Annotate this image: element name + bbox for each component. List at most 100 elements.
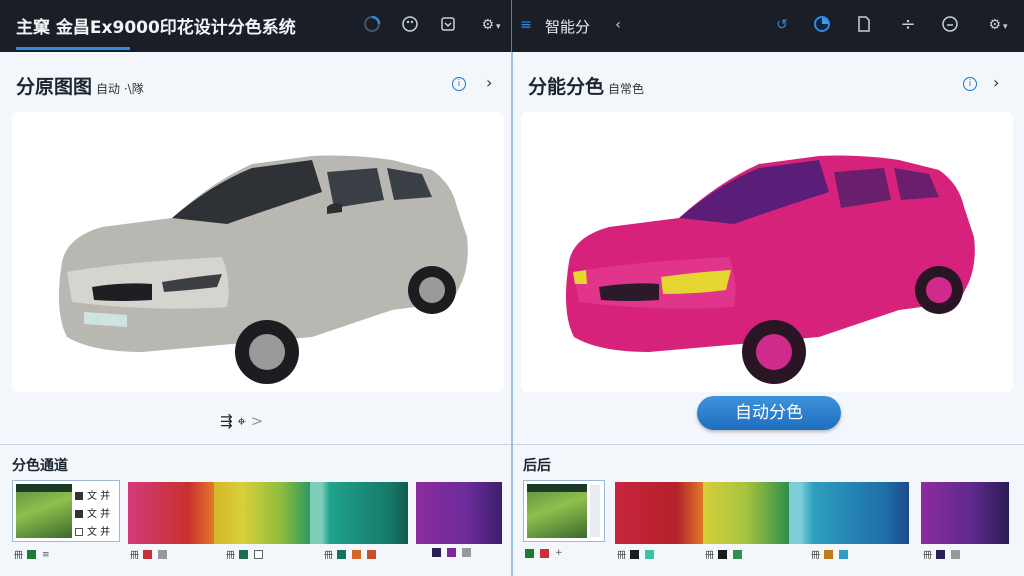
palette-icon[interactable] bbox=[399, 14, 421, 36]
color-strip-purple[interactable] bbox=[416, 482, 502, 544]
swatch[interactable] bbox=[733, 550, 743, 559]
back-chevron-icon[interactable]: ‹ bbox=[607, 14, 629, 36]
right-panel-heading: 智能分 bbox=[545, 18, 591, 36]
swatch-label: 冊 bbox=[811, 551, 821, 561]
auto-separate-button[interactable]: 自动分色 bbox=[697, 396, 841, 430]
swatch[interactable] bbox=[525, 548, 534, 558]
swatch-label: 冊 bbox=[617, 551, 627, 561]
settings-gear-icon[interactable]: ⚙ ▾ bbox=[473, 14, 509, 36]
original-car-image bbox=[58, 155, 468, 384]
color-strip-red[interactable] bbox=[615, 482, 703, 544]
green-swatch-row[interactable]: 冊 bbox=[705, 548, 748, 561]
app-title: 主窠 金昌Ex9000印花设计分色系统 bbox=[16, 18, 296, 38]
thumb-swatch-row[interactable]: 冊 ≡ bbox=[14, 548, 54, 562]
swatch[interactable] bbox=[645, 550, 655, 559]
info-icon[interactable]: i bbox=[963, 77, 977, 91]
panel-title-text: 分能分色 bbox=[528, 76, 605, 98]
canvas-tools-text[interactable]: ⇶ ⌖ bbox=[220, 412, 246, 430]
circle-progress-icon[interactable] bbox=[811, 14, 833, 36]
thumbnail-bar bbox=[16, 484, 72, 492]
thumbnail-scrollbar[interactable] bbox=[590, 485, 600, 537]
swatch[interactable] bbox=[936, 550, 946, 559]
thumb-row-label: 文 并 bbox=[87, 491, 111, 502]
color-strip-red[interactable] bbox=[128, 482, 214, 544]
canvas-tools[interactable]: ⇶ ⌖ > bbox=[220, 412, 263, 430]
menu-lines-icon[interactable]: ≡ bbox=[515, 14, 537, 36]
swatch[interactable] bbox=[630, 550, 640, 559]
swatch[interactable] bbox=[337, 550, 347, 559]
canvas-tools-chevron[interactable]: > bbox=[251, 412, 264, 430]
thumbnail-bar bbox=[527, 484, 587, 492]
color-strip-purple[interactable] bbox=[921, 482, 1009, 544]
document-icon[interactable] bbox=[853, 14, 875, 36]
swatch[interactable] bbox=[352, 550, 362, 559]
original-image-canvas[interactable] bbox=[12, 112, 504, 392]
chevron-down-icon: ▾ bbox=[496, 22, 501, 32]
channel-thumbnail-card[interactable]: 文 并 文 并 文 并 bbox=[12, 480, 120, 542]
channel-swatch bbox=[75, 528, 83, 536]
swatch[interactable] bbox=[367, 550, 377, 559]
swatch[interactable] bbox=[239, 550, 249, 559]
topbar-divider bbox=[511, 0, 512, 52]
swatch[interactable] bbox=[254, 550, 264, 559]
swatch[interactable] bbox=[839, 550, 849, 559]
purple-swatch-row[interactable]: 冊 bbox=[923, 548, 966, 561]
swatch[interactable] bbox=[158, 550, 168, 559]
blue-swatch-row[interactable]: 冊 bbox=[811, 548, 854, 561]
chevron-down-icon: ▾ bbox=[1003, 22, 1008, 32]
top-bar: 主窠 金昌Ex9000印花设计分色系统 ⚙ ▾ ≡ 智能分 ‹ ↺ ÷ ⚙ ▾ bbox=[0, 0, 1024, 52]
swatch[interactable] bbox=[462, 548, 471, 557]
divide-icon[interactable]: ÷ bbox=[897, 14, 919, 36]
separated-image-canvas[interactable] bbox=[521, 112, 1013, 392]
refresh-icon[interactable]: ↺ bbox=[771, 14, 793, 36]
swatch[interactable] bbox=[447, 548, 456, 557]
channel-thumbnail bbox=[16, 484, 72, 538]
channel-swatch bbox=[75, 510, 83, 518]
info-icon[interactable]: i bbox=[452, 77, 466, 91]
add-swatch-icon[interactable]: + bbox=[555, 548, 563, 558]
thumb-row-label: 文 并 bbox=[87, 509, 111, 520]
swatch-tool-icon[interactable]: ≡ bbox=[42, 550, 50, 560]
thumb-row[interactable]: 文 并 bbox=[75, 505, 110, 520]
swatch[interactable] bbox=[143, 550, 153, 559]
panel-subtitle: 自动 ·\隊 bbox=[96, 82, 144, 96]
title-underline bbox=[16, 47, 130, 50]
swatch-label: 冊 bbox=[226, 551, 236, 561]
swatch[interactable] bbox=[27, 550, 37, 559]
section-divider bbox=[0, 444, 511, 445]
import-icon[interactable] bbox=[437, 14, 459, 36]
swatch[interactable] bbox=[718, 550, 728, 559]
result-section-title: 后后 bbox=[523, 458, 551, 474]
thumb-row-label: 文 并 bbox=[87, 527, 111, 538]
swatch-label: 冊 bbox=[130, 551, 140, 561]
progress-ring-icon[interactable] bbox=[361, 14, 383, 36]
settings-gear-icon-right[interactable]: ⚙ ▾ bbox=[980, 14, 1016, 36]
color-strip-yellow-green[interactable] bbox=[214, 482, 310, 544]
swatch[interactable] bbox=[432, 548, 441, 557]
thumb-row[interactable]: 文 并 bbox=[75, 487, 110, 502]
green-swatch-row[interactable]: 冊 bbox=[226, 548, 269, 561]
thumb-row[interactable]: 文 并 bbox=[75, 523, 110, 538]
expand-chevron-icon[interactable]: › bbox=[993, 73, 999, 92]
panel-title: 分能分色 自常色 bbox=[528, 72, 644, 99]
thumb-swatch-row[interactable]: + bbox=[525, 548, 567, 560]
swatch-label: 冊 bbox=[14, 551, 24, 561]
result-thumbnail bbox=[527, 484, 587, 538]
emoji-icon[interactable] bbox=[939, 14, 961, 36]
original-image-panel: 分原图图 自动 ·\隊 i › ⇶ ⌖ > 分色通道 文 并 文 并 文 并 冊… bbox=[0, 52, 511, 576]
teal-swatch-row[interactable]: 冊 bbox=[324, 548, 382, 561]
color-strip-yellow-green[interactable] bbox=[703, 482, 789, 544]
color-strip-teal[interactable] bbox=[310, 482, 408, 544]
result-thumbnail-card[interactable] bbox=[523, 480, 605, 542]
expand-chevron-icon[interactable]: › bbox=[486, 73, 492, 92]
swatch[interactable] bbox=[540, 548, 549, 558]
color-strip-blue[interactable] bbox=[789, 482, 909, 544]
red-swatch-row[interactable]: 冊 bbox=[617, 548, 660, 561]
separated-car-image bbox=[565, 155, 975, 384]
swatch[interactable] bbox=[951, 550, 961, 559]
swatch[interactable] bbox=[824, 550, 834, 559]
section-divider bbox=[513, 444, 1024, 445]
purple-swatch-row[interactable] bbox=[432, 548, 477, 560]
red-swatch-row[interactable]: 冊 bbox=[130, 548, 173, 561]
swatch-label: 冊 bbox=[324, 551, 334, 561]
